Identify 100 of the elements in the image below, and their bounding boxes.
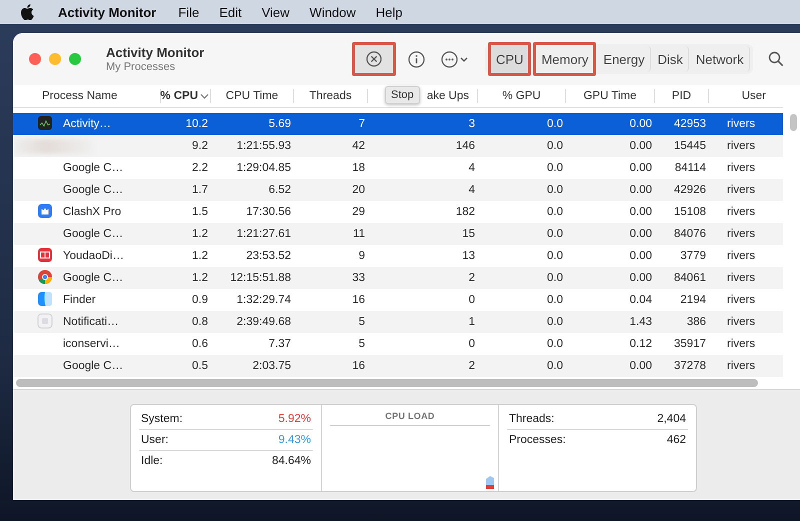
process-row[interactable]: iconservi… 0.6 7.37 5 0 0.0 0.12 35917 rivers — [13, 333, 783, 355]
column-header[interactable]: CPU Time — [226, 90, 278, 102]
menu-item[interactable]: File — [168, 4, 210, 20]
process-row[interactable]: Google C… 0.5 2:03.75 16 2 0.0 0.00 37278 rivers — [13, 355, 783, 377]
table-cell-text: rivers — [726, 272, 756, 284]
table-cell-text: 0.0 — [546, 294, 564, 306]
tab[interactable]: Network — [690, 46, 750, 72]
menu-item[interactable]: Help — [366, 4, 413, 20]
table-cell-text: 9.2 — [191, 140, 209, 152]
menu-item[interactable]: Window — [300, 4, 366, 20]
process-row[interactable]: Notificati… 0.8 2:39:49.68 5 1 0.0 1.43 386 rivers — [13, 311, 783, 333]
table-cell-text: 0.00 — [628, 162, 653, 174]
tab[interactable]: Energy — [598, 46, 651, 72]
process-row[interactable]: Finder 0.9 1:32:29.74 16 0 0.0 0.04 2194 rivers — [13, 289, 783, 311]
table-cell-text: 1.2 — [191, 228, 209, 240]
table-cell-text: 0.12 — [628, 338, 653, 350]
table-cell-text: 0.0 — [546, 228, 564, 240]
close-button[interactable] — [29, 53, 41, 65]
sort-chevron-icon[interactable] — [200, 93, 209, 100]
table-cell-text: rivers — [726, 228, 756, 240]
search-icon[interactable] — [768, 51, 784, 67]
table-cell-text: 1 — [468, 316, 476, 328]
table-cell-text: 37278 — [673, 360, 707, 372]
table-cell-text: 0.0 — [546, 338, 564, 350]
menu-item[interactable]: Edit — [209, 4, 252, 20]
table-cell-text: 2 — [468, 272, 476, 284]
process-name: Notificati… — [62, 316, 120, 328]
tab[interactable]: Disk — [652, 46, 689, 72]
column-header[interactable]: % CPU — [160, 90, 198, 102]
column-header[interactable]: PID — [672, 90, 692, 102]
process-row[interactable]: Activity… 10.2 5.69 7 3 0.0 0.00 42953 rivers — [13, 113, 783, 135]
process-row[interactable]: YoudaoDi… 1.2 23:53.52 9 13 0.0 0.00 3779 rivers — [13, 245, 783, 267]
table-cell-text: 15445 — [673, 140, 707, 152]
process-row[interactable]: Google C… 1.7 6.52 20 4 0.0 0.00 42926 rivers — [13, 179, 783, 201]
table-cell-text: 84076 — [673, 228, 707, 240]
column-header[interactable]: % GPU — [502, 90, 541, 102]
process-name: Google C… — [62, 162, 124, 174]
table-cell-text: 0.0 — [546, 206, 564, 218]
app-icon — [37, 202, 53, 218]
table-cell-text: 0.0 — [546, 272, 564, 284]
table-cell-text: 7.37 — [268, 338, 292, 350]
column-header[interactable]: Process Name — [42, 90, 118, 102]
table-cell-text: 1:21:27.61 — [236, 228, 292, 240]
table-cell-text: rivers — [726, 206, 756, 218]
table-cell-text: 23:53.52 — [245, 250, 292, 262]
table-cell-text: 13 — [461, 250, 476, 262]
table-cell-text: 2:03.75 — [252, 360, 292, 372]
tab[interactable]: Memory — [533, 42, 596, 76]
stat-value: 84.64% — [272, 455, 311, 467]
process-name: Activity… — [62, 118, 112, 130]
vertical-scrollbar[interactable] — [790, 114, 797, 131]
cpu-load-graph — [485, 475, 495, 489]
process-row[interactable]: Google C… 1.2 12:15:51.88 33 2 0.0 0.00 84061 rivers — [13, 267, 783, 289]
stop-icon — [366, 51, 382, 67]
process-row[interactable]: 9.2 1:21:55.93 42 146 0.0 0.00 15445 rivers — [13, 135, 783, 157]
tab[interactable]: CPU — [488, 42, 532, 76]
table-cell-text: 42953 — [673, 118, 707, 130]
process-name: ClashX Pro — [62, 206, 122, 218]
table-cell-text: 11 — [352, 228, 366, 240]
column-header[interactable]: Threads — [309, 90, 352, 102]
table-cell-text: 1.2 — [191, 250, 209, 262]
table-cell-text: 0.00 — [628, 360, 653, 372]
table-cell-text: rivers — [726, 250, 756, 262]
menu-item[interactable]: View — [252, 4, 300, 20]
table-cell-text: 0.0 — [546, 140, 564, 152]
stat-value: 462 — [666, 434, 686, 446]
table-cell-text: 84061 — [673, 272, 707, 284]
table-cell-text: 15108 — [673, 206, 707, 218]
table-cell-text: 17:30.56 — [245, 206, 292, 218]
horizontal-scrollbar[interactable] — [16, 379, 758, 387]
column-header[interactable]: User — [742, 90, 766, 102]
table-cell-text: 182 — [454, 206, 476, 218]
table-cell-text: 1:29:04.85 — [236, 162, 292, 174]
table-cell-text: 0.0 — [546, 162, 564, 174]
table-cell-text: 1:21:55.93 — [236, 140, 292, 152]
column-header[interactable]: GPU Time — [583, 90, 637, 102]
tooltip: Stop — [385, 86, 420, 104]
table-cell-text: 10.2 — [184, 118, 209, 130]
process-row[interactable]: ClashX Pro 1.5 17:30.56 29 182 0.0 0.00 15108 rivers — [13, 201, 783, 223]
table-cell-text: 42 — [351, 140, 366, 152]
table-cell-text: 7 — [358, 118, 366, 130]
window-title: Activity Monitor — [106, 45, 206, 60]
table-cell-text: 2.2 — [191, 162, 209, 174]
table-cell-text: 146 — [454, 140, 476, 152]
table-cell-text: rivers — [726, 338, 756, 350]
column-header[interactable]: ake Ups — [426, 90, 469, 102]
table-cell-text: 1.7 — [191, 184, 209, 196]
table-cell-text: 1:32:29.74 — [236, 294, 292, 306]
stat-label: System: — [141, 413, 183, 425]
process-row[interactable]: Google C… 1.2 1:21:27.61 11 15 0.0 0.00 84076 rivers — [13, 223, 783, 245]
stop-button[interactable] — [352, 42, 396, 76]
process-row[interactable]: Google C… 2.2 1:29:04.85 18 4 0.0 0.00 84114 rivers — [13, 157, 783, 179]
table-cell-text: rivers — [726, 184, 756, 196]
table-cell-text: 2194 — [679, 294, 707, 306]
table-cell-text: 0 — [468, 338, 476, 350]
process-name: iconservi… — [62, 338, 121, 350]
process-name: Google C… — [62, 360, 124, 372]
table-cell-text: 3 — [468, 118, 476, 130]
app-menu[interactable]: Activity Monitor — [48, 4, 168, 20]
apple-icon[interactable] — [20, 4, 34, 20]
